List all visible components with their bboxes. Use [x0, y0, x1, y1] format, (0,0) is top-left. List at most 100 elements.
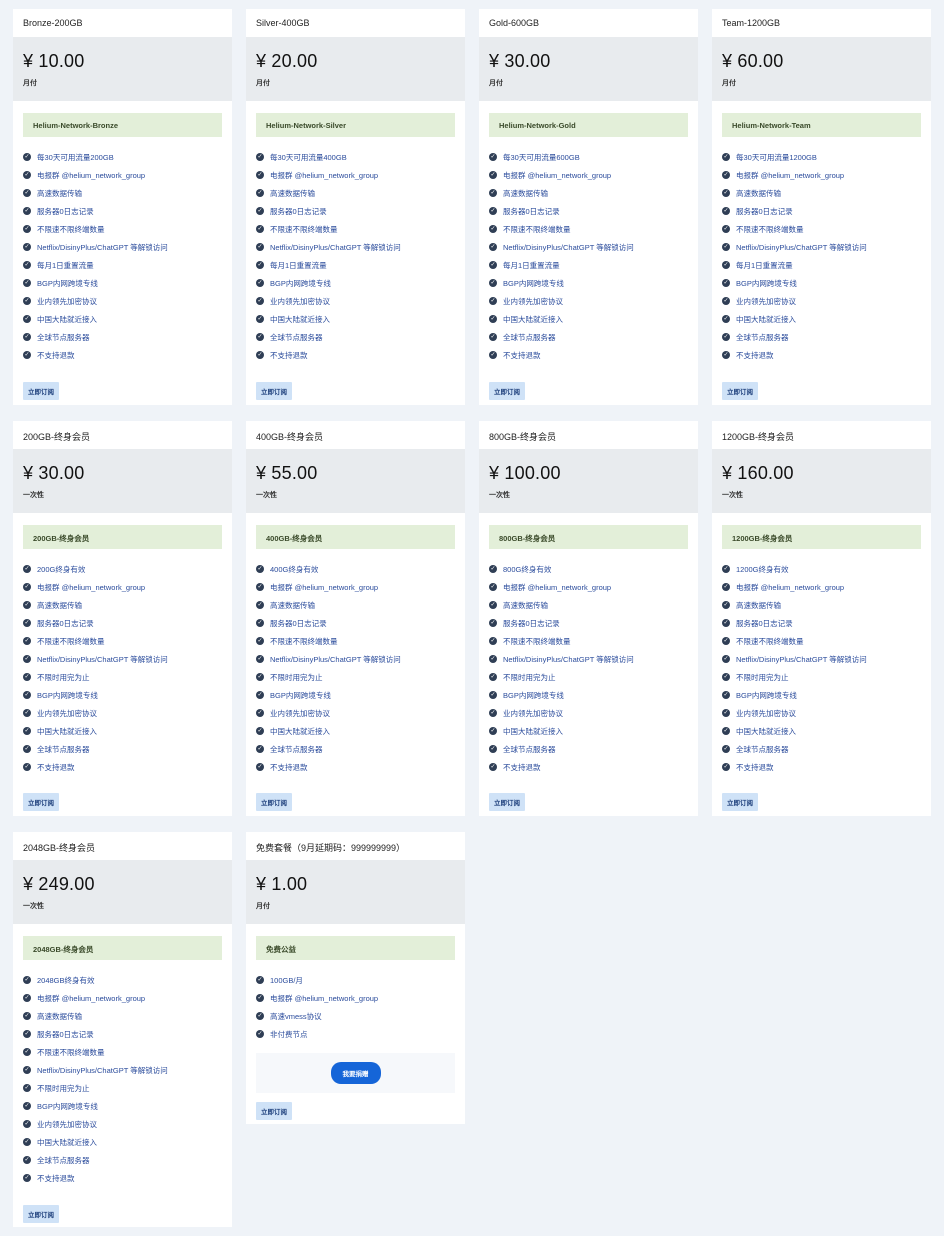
- subscribe-button[interactable]: 立即订阅: [489, 382, 525, 400]
- feature-item: ✓ 高速数据传输: [23, 1007, 232, 1025]
- plan-name-banner: 免费公益: [256, 936, 455, 960]
- feature-item: ✓ 电报群 @helium_network_group: [256, 989, 465, 1007]
- check-circle-icon: ✓: [256, 279, 264, 287]
- price-block: ¥ 10.00 月付: [13, 37, 232, 101]
- price: ¥ 160.00: [722, 463, 794, 483]
- price: ¥ 20.00: [256, 51, 318, 71]
- check-circle-icon: ✓: [23, 351, 31, 359]
- check-circle-icon: ✓: [489, 297, 497, 305]
- plan-title: 400GB-终身会员: [256, 432, 324, 442]
- feature-text: 电报群 @helium_network_group: [736, 582, 845, 592]
- check-circle-icon: ✓: [23, 1102, 31, 1110]
- subscribe-button[interactable]: 立即订阅: [23, 793, 59, 811]
- feature-item: ✓ 业内领先加密协议: [256, 704, 465, 722]
- feature-text: BGP内网跨境专线: [736, 278, 797, 288]
- feature-item: ✓ 高速数据传输: [256, 184, 465, 202]
- feature-text: Netflix/DisinyPlus/ChatGPT 等解锁访问: [503, 654, 634, 664]
- feature-text: Netflix/DisinyPlus/ChatGPT 等解锁访问: [37, 654, 168, 664]
- subscribe-button[interactable]: 立即订阅: [722, 382, 758, 400]
- check-circle-icon: ✓: [722, 279, 730, 287]
- feature-text: 不支持退款: [37, 762, 75, 772]
- subscribe-button[interactable]: 立即订阅: [23, 382, 59, 400]
- feature-text: 业内领先加密协议: [503, 708, 563, 718]
- subscribe-button[interactable]: 立即订阅: [722, 793, 758, 811]
- feature-item: ✓ 400G终身有效: [256, 560, 465, 578]
- feature-item: ✓ 全球节点服务器: [722, 328, 931, 346]
- feature-list: ✓ 400G终身有效 ✓ 电报群 @helium_network_group ✓ 高速数据…: [256, 560, 465, 776]
- subscribe-button[interactable]: 立即订阅: [256, 382, 292, 400]
- feature-item: ✓ 不支持退款: [722, 346, 931, 364]
- check-circle-icon: ✓: [256, 994, 264, 1002]
- feature-item: ✓ 不支持退款: [489, 758, 698, 776]
- feature-text: 服务器0日志记录: [503, 618, 560, 628]
- feature-item: ✓ 每月1日重置流量: [722, 256, 931, 274]
- feature-item: ✓ 不支持退款: [722, 758, 931, 776]
- feature-text: Netflix/DisinyPlus/ChatGPT 等解锁访问: [503, 242, 634, 252]
- feature-text: 业内领先加密协议: [270, 296, 330, 306]
- feature-list: ✓ 2048GB终身有效 ✓ 电报群 @helium_network_group ✓ 高速…: [23, 971, 232, 1187]
- feature-text: 高速数据传输: [37, 600, 82, 610]
- subscribe-button[interactable]: 立即订阅: [23, 1205, 59, 1223]
- feature-text: 高速数据传输: [270, 600, 315, 610]
- feature-item: ✓ Netflix/DisinyPlus/ChatGPT 等解锁访问: [23, 650, 232, 668]
- feature-item: ✓ 业内领先加密协议: [23, 292, 232, 310]
- check-circle-icon: ✓: [722, 619, 730, 627]
- subscribe-button[interactable]: 立即订阅: [256, 793, 292, 811]
- feature-item: ✓ 不限速不限终端数量: [489, 220, 698, 238]
- plan-card-team: Team-1200GB ¥ 60.00 月付 Helium-Network-Te…: [712, 9, 931, 405]
- check-circle-icon: ✓: [256, 333, 264, 341]
- feature-text: 中国大陆就近接入: [37, 726, 97, 736]
- feature-item: ✓ BGP内网跨境专线: [722, 274, 931, 292]
- check-circle-icon: ✓: [256, 243, 264, 251]
- feature-item: ✓ 电报群 @helium_network_group: [23, 578, 232, 596]
- feature-item: ✓ 高速数据传输: [489, 596, 698, 614]
- feature-text: 不限速不限终端数量: [736, 224, 804, 234]
- feature-text: 全球节点服务器: [503, 744, 556, 754]
- feature-item: ✓ 不支持退款: [23, 758, 232, 776]
- feature-text: 服务器0日志记录: [736, 206, 793, 216]
- check-circle-icon: ✓: [23, 1066, 31, 1074]
- plan-name-banner: 400GB-终身会员: [256, 525, 455, 549]
- plan-card-200gb-lifetime: 200GB-终身会员 ¥ 30.00 一次性 200GB-终身会员 ✓ 200G终…: [13, 421, 232, 816]
- feature-list: ✓ 200G终身有效 ✓ 电报群 @helium_network_group ✓ 高速数据…: [23, 560, 232, 776]
- feature-item: ✓ 800G终身有效: [489, 560, 698, 578]
- price: ¥ 30.00: [23, 463, 85, 483]
- feature-item: ✓ 高速数据传输: [722, 184, 931, 202]
- check-circle-icon: ✓: [256, 619, 264, 627]
- feature-text: 全球节点服务器: [37, 1155, 90, 1165]
- feature-item: ✓ 服务器0日志记录: [256, 614, 465, 632]
- check-circle-icon: ✓: [23, 1138, 31, 1146]
- check-circle-icon: ✓: [256, 261, 264, 269]
- check-circle-icon: ✓: [489, 673, 497, 681]
- check-circle-icon: ✓: [722, 243, 730, 251]
- price: ¥ 30.00: [489, 51, 551, 71]
- feature-item: ✓ 业内领先加密协议: [722, 292, 931, 310]
- check-circle-icon: ✓: [256, 673, 264, 681]
- feature-text: 业内领先加密协议: [736, 296, 796, 306]
- feature-text: 每30天可用流量600GB: [503, 152, 580, 162]
- feature-item: ✓ 中国大陆就近接入: [256, 310, 465, 328]
- plan-card-1200gb-lifetime: 1200GB-终身会员 ¥ 160.00 一次性 1200GB-终身会员 ✓ 12…: [712, 421, 931, 816]
- feature-text: 电报群 @helium_network_group: [270, 993, 379, 1003]
- donate-button[interactable]: 我要捐赠: [330, 1062, 381, 1084]
- check-circle-icon: ✓: [722, 225, 730, 233]
- subscribe-button[interactable]: 立即订阅: [256, 1102, 292, 1120]
- feature-item: ✓ 服务器0日志记录: [256, 202, 465, 220]
- plan-name-banner: Helium-Network-Silver: [256, 113, 455, 137]
- billing-period: 月付: [722, 80, 736, 87]
- feature-text: 2048GB终身有效: [37, 975, 95, 985]
- feature-item: ✓ 不限时用完为止: [23, 1079, 232, 1097]
- check-circle-icon: ✓: [23, 637, 31, 645]
- price-block: ¥ 55.00 一次性: [246, 449, 465, 513]
- check-circle-icon: ✓: [256, 171, 264, 179]
- billing-period: 一次性: [23, 492, 44, 499]
- feature-text: 高速数据传输: [503, 600, 548, 610]
- subscribe-button[interactable]: 立即订阅: [489, 793, 525, 811]
- price: ¥ 10.00: [23, 51, 85, 71]
- check-circle-icon: ✓: [23, 207, 31, 215]
- feature-item: ✓ 全球节点服务器: [489, 328, 698, 346]
- feature-item: ✓ 不支持退款: [23, 346, 232, 364]
- check-circle-icon: ✓: [489, 601, 497, 609]
- feature-text: 业内领先加密协议: [736, 708, 796, 718]
- feature-item: ✓ 不支持退款: [256, 346, 465, 364]
